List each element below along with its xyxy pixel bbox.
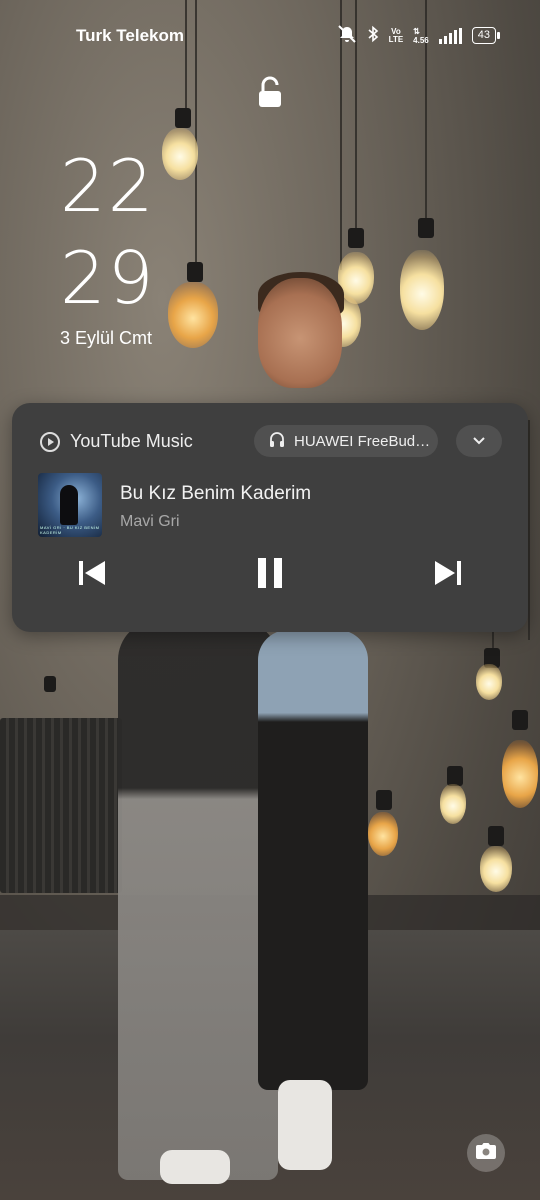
lockscreen-clock: 22 29 — [60, 140, 156, 324]
signal-icon — [438, 27, 462, 44]
media-app-name: YouTube Music — [70, 431, 193, 451]
media-player-card[interactable]: YouTube Music HUAWEI FreeBud… MAVİ GRİ ·… — [12, 403, 528, 632]
next-button[interactable] — [428, 555, 468, 595]
song-artist: Mavi Gri — [120, 513, 180, 530]
output-device-label: HUAWEI FreeBud… — [294, 432, 431, 450]
bluetooth-icon — [367, 25, 379, 46]
song-title: Bu Kız Benim Kaderim — [120, 483, 312, 504]
previous-icon — [77, 559, 107, 592]
pause-icon — [255, 557, 285, 594]
battery-icon: 43 — [471, 27, 501, 44]
album-art: MAVİ GRİ · BU KIZ BENİM KADERİM — [38, 473, 102, 537]
expand-button[interactable] — [456, 425, 502, 457]
next-icon — [433, 559, 463, 592]
output-device-button[interactable]: HUAWEI FreeBud… — [254, 425, 438, 457]
volte-icon: Vo LTE — [388, 26, 404, 44]
clock-hour: 22 — [60, 144, 156, 228]
camera-shortcut-button[interactable] — [467, 1134, 505, 1172]
headphones-icon — [268, 430, 286, 452]
status-bar: Turk Telekom Vo LTE ⇅ 4.56 43 — [0, 20, 540, 52]
pause-button[interactable] — [250, 555, 290, 595]
media-app-header: YouTube Music — [40, 431, 193, 452]
lockscreen-date: 3 Eylül Cmt — [60, 328, 153, 348]
mute-icon — [337, 25, 357, 46]
youtube-music-icon — [40, 431, 60, 452]
lock-open-icon[interactable] — [256, 76, 284, 110]
data-speed-icon: ⇅ 4.56 — [413, 26, 429, 45]
previous-button[interactable] — [72, 555, 112, 595]
camera-icon — [476, 1142, 496, 1164]
chevron-down-icon — [472, 432, 486, 450]
clock-minute: 29 — [60, 236, 156, 320]
carrier-name: Turk Telekom — [76, 26, 185, 45]
